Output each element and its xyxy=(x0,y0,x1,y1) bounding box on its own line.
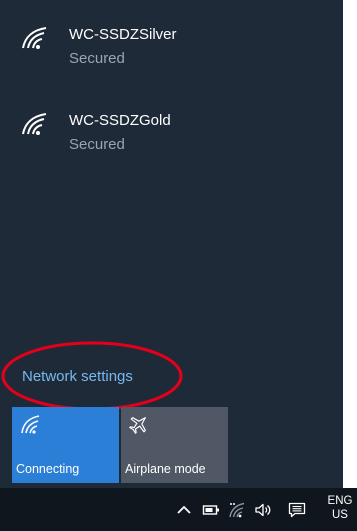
notifications-icon[interactable] xyxy=(288,502,306,518)
volume-icon[interactable] xyxy=(254,502,272,518)
wifi-icon xyxy=(21,415,40,434)
taskbar: ENG US xyxy=(0,488,357,531)
airplane-mode-label: Airplane mode xyxy=(125,462,206,476)
wifi-connecting-icon[interactable] xyxy=(228,502,246,518)
network-flyout: WC-SSDZSilver Secured WC-SSDZGold Secure… xyxy=(0,0,343,488)
airplane-icon xyxy=(129,417,146,434)
language-code: ENG xyxy=(327,495,353,507)
connecting-tile[interactable]: Connecting xyxy=(12,407,119,483)
network-status: Secured xyxy=(69,50,125,67)
wifi-secured-icon xyxy=(22,27,47,49)
airplane-mode-tile[interactable]: Airplane mode xyxy=(121,407,228,483)
highlight-ellipse xyxy=(1,341,183,411)
language-indicator[interactable]: ENG US xyxy=(326,494,354,522)
network-item-gold[interactable]: WC-SSDZGold Secured xyxy=(0,98,343,168)
network-name: WC-SSDZSilver xyxy=(69,26,177,43)
network-name: WC-SSDZGold xyxy=(69,112,171,129)
chevron-up-icon[interactable] xyxy=(175,502,193,518)
connecting-label: Connecting xyxy=(16,462,80,476)
language-region: US xyxy=(332,509,348,521)
battery-icon[interactable] xyxy=(202,502,220,518)
wifi-secured-icon xyxy=(22,113,47,135)
network-status: Secured xyxy=(69,136,125,153)
network-item-silver[interactable]: WC-SSDZSilver Secured xyxy=(0,12,343,82)
